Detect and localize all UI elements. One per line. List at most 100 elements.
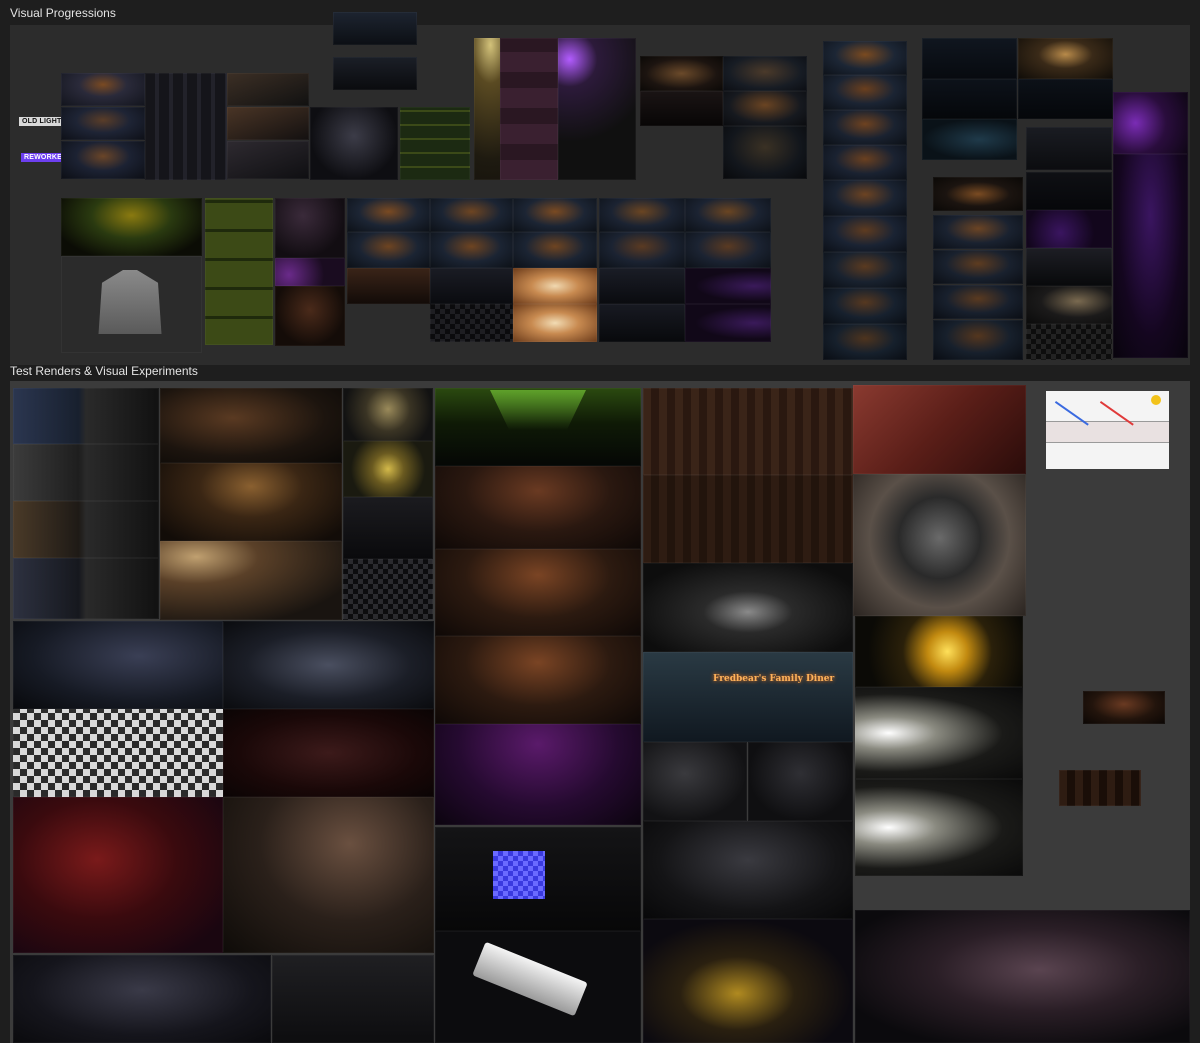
render-thumbnail[interactable]: [823, 324, 907, 360]
render-thumbnail[interactable]: [343, 441, 433, 497]
render-thumbnail[interactable]: [599, 304, 685, 342]
render-thumbnail[interactable]: [1026, 172, 1112, 210]
render-thumbnail[interactable]: [61, 198, 202, 256]
render-thumbnail[interactable]: [748, 742, 853, 821]
render-thumbnail[interactable]: [13, 709, 223, 797]
render-thumbnail[interactable]: [205, 198, 273, 345]
render-thumbnail[interactable]: [643, 475, 853, 563]
render-thumbnail[interactable]: [1018, 38, 1113, 79]
optics-diagram[interactable]: [1046, 391, 1169, 469]
render-thumbnail[interactable]: [853, 385, 1026, 474]
render-thumbnail[interactable]: [343, 559, 433, 620]
render-thumbnail[interactable]: [855, 687, 1023, 779]
render-thumbnail[interactable]: [435, 549, 641, 636]
render-thumbnail[interactable]: [227, 73, 309, 106]
render-thumbnail[interactable]: [823, 252, 907, 288]
render-thumbnail[interactable]: [1026, 210, 1112, 248]
render-thumbnail[interactable]: [643, 388, 853, 475]
render-thumbnail[interactable]: [823, 288, 907, 324]
render-thumbnail[interactable]: [933, 285, 1023, 319]
render-thumbnail[interactable]: [223, 709, 434, 797]
render-thumbnail[interactable]: [640, 91, 723, 126]
render-thumbnail[interactable]: [1026, 127, 1112, 170]
render-thumbnail[interactable]: [723, 91, 807, 126]
render-thumbnail[interactable]: [823, 41, 907, 75]
render-thumbnail[interactable]: [685, 268, 771, 304]
render-thumbnail[interactable]: [435, 931, 641, 1043]
render-thumbnail[interactable]: [558, 38, 636, 180]
render-thumbnail[interactable]: [643, 919, 853, 1043]
render-thumbnail[interactable]: [13, 621, 223, 709]
render-thumbnail[interactable]: [430, 232, 513, 268]
render-thumbnail[interactable]: [1113, 92, 1188, 154]
render-thumbnail[interactable]: [853, 474, 1026, 616]
render-thumbnail[interactable]: [1059, 770, 1141, 806]
render-thumbnail[interactable]: [435, 724, 641, 825]
render-thumbnail[interactable]: [855, 779, 1023, 876]
render-thumbnail[interactable]: [685, 198, 771, 232]
render-thumbnail[interactable]: [823, 180, 907, 216]
render-thumbnail[interactable]: [855, 910, 1190, 1043]
render-thumbnail[interactable]: [310, 107, 398, 180]
render-thumbnail[interactable]: [227, 141, 309, 179]
render-thumbnail[interactable]: [430, 198, 513, 232]
render-thumbnail[interactable]: [933, 320, 1023, 360]
render-thumbnail[interactable]: [643, 821, 853, 919]
render-thumbnail[interactable]: [13, 955, 271, 1043]
render-thumbnail[interactable]: [227, 107, 309, 140]
render-thumbnail[interactable]: [599, 232, 685, 268]
render-thumbnail[interactable]: [272, 955, 434, 1043]
render-thumbnail[interactable]: [61, 256, 202, 353]
render-thumbnail[interactable]: [823, 216, 907, 252]
render-thumbnail[interactable]: [13, 797, 223, 953]
render-thumbnail[interactable]: [223, 797, 434, 953]
render-thumbnail[interactable]: [922, 119, 1017, 160]
render-thumbnail[interactable]: [933, 215, 1023, 249]
render-thumbnail[interactable]: [61, 141, 145, 179]
render-thumbnail[interactable]: [723, 126, 807, 179]
render-thumbnail[interactable]: [1026, 324, 1112, 360]
render-thumbnail[interactable]: [513, 304, 597, 342]
render-thumbnail[interactable]: [430, 304, 513, 342]
render-thumbnail[interactable]: [922, 38, 1017, 79]
render-thumbnail[interactable]: [1113, 154, 1188, 358]
render-thumbnail[interactable]: Fredbear's Family Diner: [643, 652, 853, 742]
render-thumbnail[interactable]: [13, 444, 159, 501]
render-thumbnail[interactable]: [343, 388, 433, 441]
render-thumbnail[interactable]: [61, 107, 145, 140]
render-thumbnail[interactable]: [640, 56, 723, 91]
render-thumbnail[interactable]: [347, 232, 430, 268]
render-thumbnail[interactable]: [275, 258, 345, 286]
render-thumbnail[interactable]: [513, 268, 597, 304]
render-thumbnail[interactable]: [13, 558, 159, 619]
render-thumbnail[interactable]: [61, 73, 145, 106]
render-thumbnail[interactable]: [333, 57, 417, 90]
render-thumbnail[interactable]: [1026, 286, 1112, 324]
render-thumbnail[interactable]: [430, 268, 513, 304]
render-thumbnail[interactable]: [500, 38, 558, 180]
render-thumbnail[interactable]: [275, 286, 345, 346]
render-thumbnail[interactable]: [343, 497, 433, 559]
render-thumbnail[interactable]: [823, 110, 907, 145]
render-thumbnail[interactable]: [435, 636, 641, 724]
render-thumbnail[interactable]: [513, 232, 597, 268]
render-thumbnail[interactable]: [275, 198, 345, 258]
render-thumbnail[interactable]: [685, 232, 771, 268]
render-thumbnail[interactable]: [513, 198, 597, 232]
render-thumbnail[interactable]: [13, 388, 159, 444]
render-thumbnail[interactable]: [599, 198, 685, 232]
render-thumbnail[interactable]: [160, 463, 342, 541]
render-thumbnail[interactable]: [643, 563, 853, 652]
render-thumbnail[interactable]: [723, 56, 807, 91]
render-thumbnail[interactable]: [145, 73, 227, 180]
render-thumbnail[interactable]: [1083, 691, 1165, 724]
render-thumbnail[interactable]: [347, 198, 430, 232]
render-thumbnail[interactable]: [922, 79, 1017, 119]
render-thumbnail[interactable]: [1018, 79, 1113, 119]
render-thumbnail[interactable]: [1026, 248, 1112, 286]
render-thumbnail[interactable]: [333, 12, 417, 45]
render-thumbnail[interactable]: [933, 250, 1023, 284]
render-thumbnail[interactable]: [643, 742, 747, 821]
render-thumbnail[interactable]: [347, 268, 430, 304]
render-thumbnail[interactable]: [435, 466, 641, 549]
